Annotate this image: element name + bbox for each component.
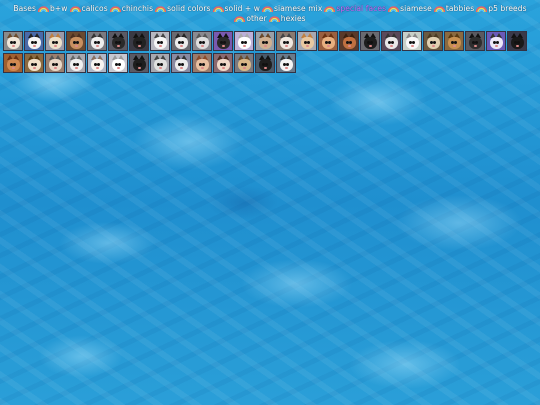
cat-face-icon[interactable] xyxy=(3,53,23,73)
nav-link-label: p5 breeds xyxy=(488,4,527,13)
cat-face-icon[interactable] xyxy=(423,31,443,51)
rainbow-icon xyxy=(388,6,400,12)
cat-face-icon[interactable] xyxy=(255,53,275,73)
cat-face-icon[interactable] xyxy=(234,53,254,73)
rainbow-icon xyxy=(433,6,445,12)
cat-face-icon[interactable] xyxy=(3,31,23,51)
cat-face-icon[interactable] xyxy=(402,31,422,51)
nav-link-3[interactable]: chinchis xyxy=(109,4,154,14)
nav-link-label: siamese mix xyxy=(274,4,323,13)
nav-link-label: other xyxy=(246,14,267,23)
nav-link-label: chinchis xyxy=(121,4,154,13)
cat-face-icon[interactable] xyxy=(129,53,149,73)
nav-link-label: hexies xyxy=(280,14,306,23)
cat-face-icon[interactable] xyxy=(381,31,401,51)
rainbow-icon xyxy=(324,6,336,12)
nav-link-1[interactable]: b+w xyxy=(38,4,67,14)
cat-face-icon[interactable] xyxy=(87,31,107,51)
nav-link-label: b+w xyxy=(50,4,68,13)
nav-link-11[interactable]: other xyxy=(234,14,267,24)
rainbow-icon xyxy=(38,6,50,12)
nav-link-9[interactable]: tabbies xyxy=(433,4,475,14)
nav-link-label: Bases xyxy=(13,4,37,13)
cat-face-icon[interactable] xyxy=(66,53,86,73)
nav-link-10[interactable]: p5 breeds xyxy=(476,4,527,14)
rainbow-icon xyxy=(262,6,274,12)
nav-link-4[interactable]: solid colors xyxy=(155,4,210,14)
category-nav: Bases b+w calicos chinchis solid colors solid… xyxy=(0,4,540,24)
cat-face-icon[interactable] xyxy=(444,31,464,51)
cat-face-icon[interactable] xyxy=(24,31,44,51)
cat-face-icon[interactable] xyxy=(213,31,233,51)
nav-link-label: special faces xyxy=(336,4,387,13)
cat-face-icon[interactable] xyxy=(339,31,359,51)
cat-face-icon[interactable] xyxy=(255,31,275,51)
nav-link-label: solid + w xyxy=(224,4,261,13)
cat-face-icon[interactable] xyxy=(87,53,107,73)
cat-face-icon[interactable] xyxy=(24,53,44,73)
cat-face-icon[interactable] xyxy=(108,31,128,51)
nav-link-0[interactable]: Bases xyxy=(13,4,36,14)
nav-link-6[interactable]: siamese mix xyxy=(262,4,322,14)
rainbow-icon xyxy=(476,6,488,12)
nav-link-2[interactable]: calicos xyxy=(69,4,108,14)
cat-face-icon[interactable] xyxy=(192,53,212,73)
cat-face-icon[interactable] xyxy=(507,31,527,51)
cat-gallery-row-2 xyxy=(3,53,296,73)
cat-face-icon[interactable] xyxy=(276,53,296,73)
cat-face-icon[interactable] xyxy=(171,31,191,51)
cat-face-icon[interactable] xyxy=(66,31,86,51)
cat-face-icon[interactable] xyxy=(192,31,212,51)
cat-face-icon[interactable] xyxy=(465,31,485,51)
nav-link-5[interactable]: solid + w xyxy=(212,4,261,14)
nav-link-label: calicos xyxy=(81,4,108,13)
nav-link-7[interactable]: special faces xyxy=(324,4,386,14)
cat-face-icon[interactable] xyxy=(150,31,170,51)
cat-face-icon[interactable] xyxy=(318,31,338,51)
rainbow-icon xyxy=(212,6,224,12)
rainbow-icon xyxy=(109,6,121,12)
rainbow-icon xyxy=(234,16,246,22)
cat-face-icon[interactable] xyxy=(171,53,191,73)
rainbow-icon xyxy=(155,6,167,12)
cat-face-icon[interactable] xyxy=(234,31,254,51)
cat-face-icon[interactable] xyxy=(213,53,233,73)
cat-face-icon[interactable] xyxy=(297,31,317,51)
nav-link-label: tabbies xyxy=(445,4,475,13)
cat-face-icon[interactable] xyxy=(150,53,170,73)
cat-face-icon[interactable] xyxy=(108,53,128,73)
cat-gallery-row-1 xyxy=(3,31,527,51)
cat-face-icon[interactable] xyxy=(486,31,506,51)
cat-face-icon[interactable] xyxy=(45,53,65,73)
nav-link-label: siamese xyxy=(400,4,432,13)
rainbow-icon xyxy=(268,16,280,22)
cat-face-icon[interactable] xyxy=(360,31,380,51)
nav-link-8[interactable]: siamese xyxy=(388,4,432,14)
cat-face-icon[interactable] xyxy=(276,31,296,51)
rainbow-icon xyxy=(69,6,81,12)
nav-link-12[interactable]: hexies xyxy=(268,14,306,24)
cat-face-icon[interactable] xyxy=(45,31,65,51)
nav-link-label: solid colors xyxy=(167,4,211,13)
cat-face-icon[interactable] xyxy=(129,31,149,51)
